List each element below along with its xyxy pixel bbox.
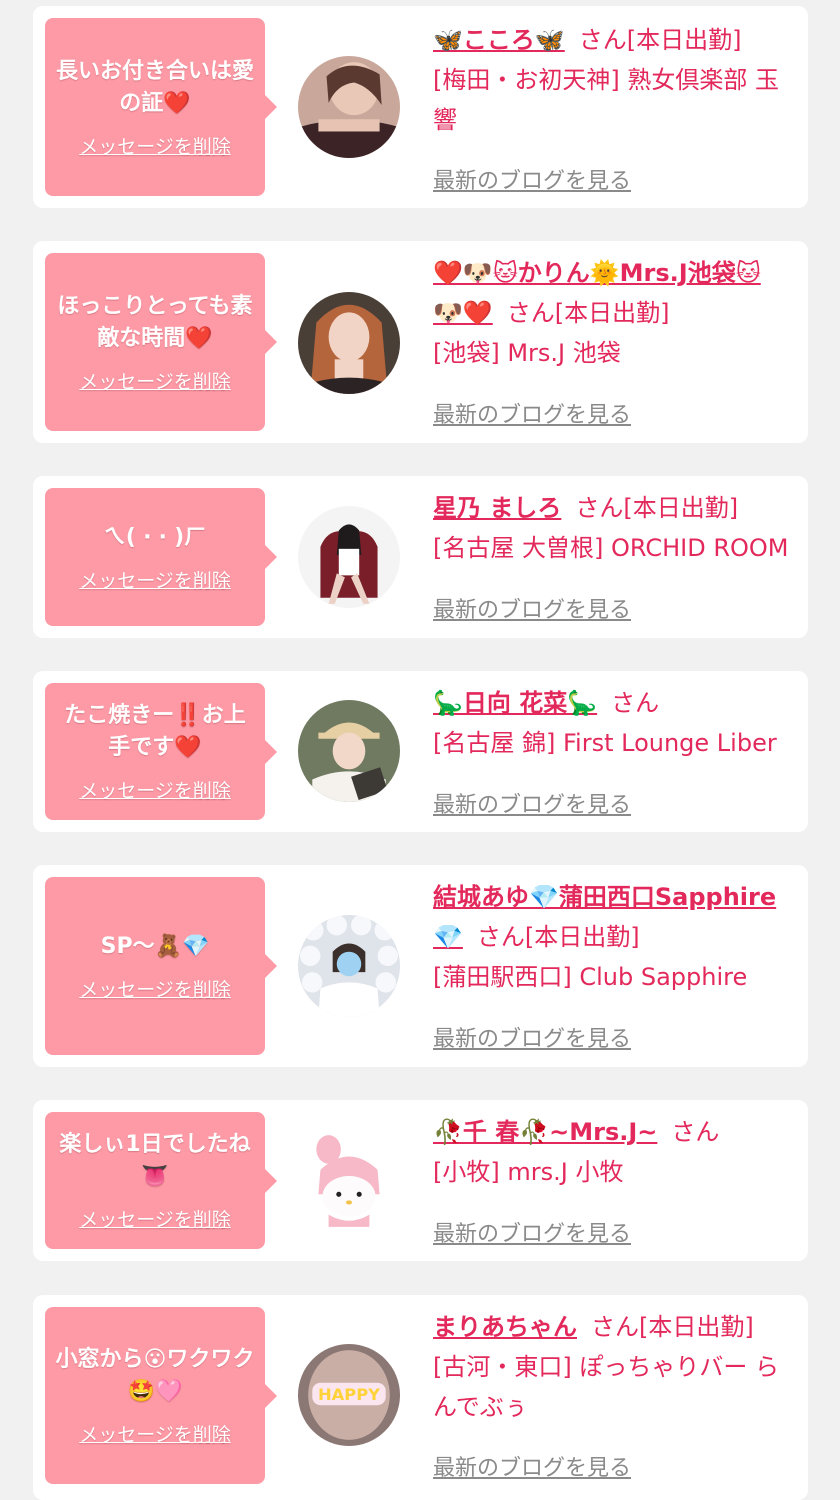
shop-name: [名古屋 錦] First Lounge Liber [433, 729, 777, 757]
message-text: 長いお付き合いは愛の証❤️ [55, 58, 254, 116]
shop-name: [池袋] Mrs.J 池袋 [433, 339, 621, 367]
message-text: たこ焼きー‼️お上手です❤️ [64, 703, 246, 760]
delete-message-link[interactable]: メッセージを削除 [79, 367, 231, 394]
view-blog-link[interactable]: 最新のブログを見る [433, 787, 631, 819]
honorific-status: さん [671, 1118, 720, 1146]
message-text: 小窓から😮ワクワク🤩🩷 [55, 1347, 255, 1404]
message-bubble: 長いお付き合いは愛の証❤️ メッセージを削除 [45, 18, 277, 196]
woman-on-chair-avatar[interactable] [298, 506, 400, 608]
message-text: ほっこりとっても素敵な時間❤️ [57, 293, 253, 351]
view-blog-link[interactable]: 最新のブログを見る [433, 1021, 631, 1053]
svg-text:HAPPY: HAPPY [318, 1385, 380, 1404]
view-blog-link[interactable]: 最新のブログを見る [433, 592, 631, 624]
message-card: ㄟ( ‧ ‧ )ㄏ メッセージを削除 星乃 ましろ さん[本日出勤] [名古屋 大… [33, 476, 808, 638]
cast-name-link[interactable]: 星乃 ましろ [433, 494, 561, 522]
delete-message-link[interactable]: メッセージを削除 [79, 1420, 231, 1447]
message-card: SP〜🧸💎 メッセージを削除 結城あゆ💎蒲田西口Sapphire💎 さん[本日出勤… [33, 865, 808, 1067]
view-blog-link[interactable]: 最新のブログを見る [433, 163, 631, 195]
message-text: SP〜🧸💎 [100, 933, 210, 959]
message-card: ほっこりとっても素敵な時間❤️ メッセージを削除 ❤️🐶🐱かりん🌞Mrs.J池袋… [33, 241, 808, 443]
message-bubble: ほっこりとっても素敵な時間❤️ メッセージを削除 [45, 253, 277, 431]
woman-cap-reading-avatar[interactable] [298, 700, 400, 802]
message-card: 小窓から😮ワクワク🤩🩷 メッセージを削除 HAPPY まりあちゃん さん[本日出勤… [33, 1295, 808, 1500]
message-bubble: ㄟ( ‧ ‧ )ㄏ メッセージを削除 [45, 488, 277, 626]
message-text: ㄟ( ‧ ‧ )ㄏ [103, 524, 207, 550]
happy-sticker-avatar[interactable]: HAPPY [298, 1344, 400, 1446]
message-bubble: SP〜🧸💎 メッセージを削除 [45, 877, 277, 1055]
honorific-status: さん[本日出勤] [591, 1313, 754, 1341]
message-bubble: 楽しぃ1日でしたね👅 メッセージを削除 [45, 1112, 277, 1249]
delete-message-link[interactable]: メッセージを削除 [79, 1205, 231, 1232]
message-bubble: 小窓から😮ワクワク🤩🩷 メッセージを削除 [45, 1307, 277, 1484]
message-card: 長いお付き合いは愛の証❤️ メッセージを削除 🦋こころ🦋 さん[本日出勤] [梅田… [33, 6, 808, 208]
message-card: 楽しぃ1日でしたね👅 メッセージを削除 🥀千 春🥀~Mrs.J~ さん [小牧] … [33, 1100, 808, 1261]
cast-name-link[interactable]: 🦕日向 花菜🦕 [433, 689, 597, 717]
shop-name: [蒲田駅西口] Club Sapphire [433, 963, 748, 991]
delete-message-link[interactable]: メッセージを削除 [79, 132, 231, 159]
cast-name-link[interactable]: まりあちゃん [433, 1313, 577, 1341]
shop-name: [古河・東口] ぽっちゃりバー らんでぶぅ [433, 1353, 779, 1421]
message-bubble: たこ焼きー‼️お上手です❤️ メッセージを削除 [45, 683, 277, 820]
plush-character-avatar[interactable] [298, 1129, 400, 1231]
woman-auburn-hair-avatar[interactable] [298, 292, 400, 394]
cast-name-link[interactable]: 🥀千 春🥀~Mrs.J~ [433, 1118, 657, 1146]
woman-pearls-avatar[interactable] [298, 915, 400, 1017]
shop-name: [名古屋 大曽根] ORCHID ROOM [433, 534, 789, 562]
delete-message-link[interactable]: メッセージを削除 [79, 566, 231, 593]
honorific-status: さん[本日出勤] [476, 923, 640, 951]
view-blog-link[interactable]: 最新のブログを見る [433, 1216, 631, 1248]
view-blog-link[interactable]: 最新のブログを見る [433, 397, 631, 429]
message-list: 長いお付き合いは愛の証❤️ メッセージを削除 🦋こころ🦋 さん[本日出勤] [梅田… [0, 0, 840, 1500]
delete-message-link[interactable]: メッセージを削除 [79, 776, 231, 803]
message-card: たこ焼きー‼️お上手です❤️ メッセージを削除 🦕日向 花菜🦕 さん [名古屋 錦… [33, 671, 808, 832]
view-blog-link[interactable]: 最新のブログを見る [433, 1450, 631, 1482]
delete-message-link[interactable]: メッセージを削除 [79, 975, 231, 1002]
honorific-status: さん [611, 689, 660, 717]
cast-name-link[interactable]: 🦋こころ🦋 [433, 26, 565, 54]
message-text: 楽しぃ1日でしたね👅 [59, 1132, 251, 1189]
honorific-status: さん[本日出勤] [506, 299, 670, 327]
honorific-status: さん[本日出勤] [578, 26, 742, 54]
honorific-status: さん[本日出勤] [575, 494, 739, 522]
shop-name: [小牧] mrs.J 小牧 [433, 1158, 624, 1186]
woman-dark-top-avatar[interactable] [298, 56, 400, 158]
shop-name: [梅田・お初天神] 熟女倶楽部 玉響 [433, 66, 779, 134]
